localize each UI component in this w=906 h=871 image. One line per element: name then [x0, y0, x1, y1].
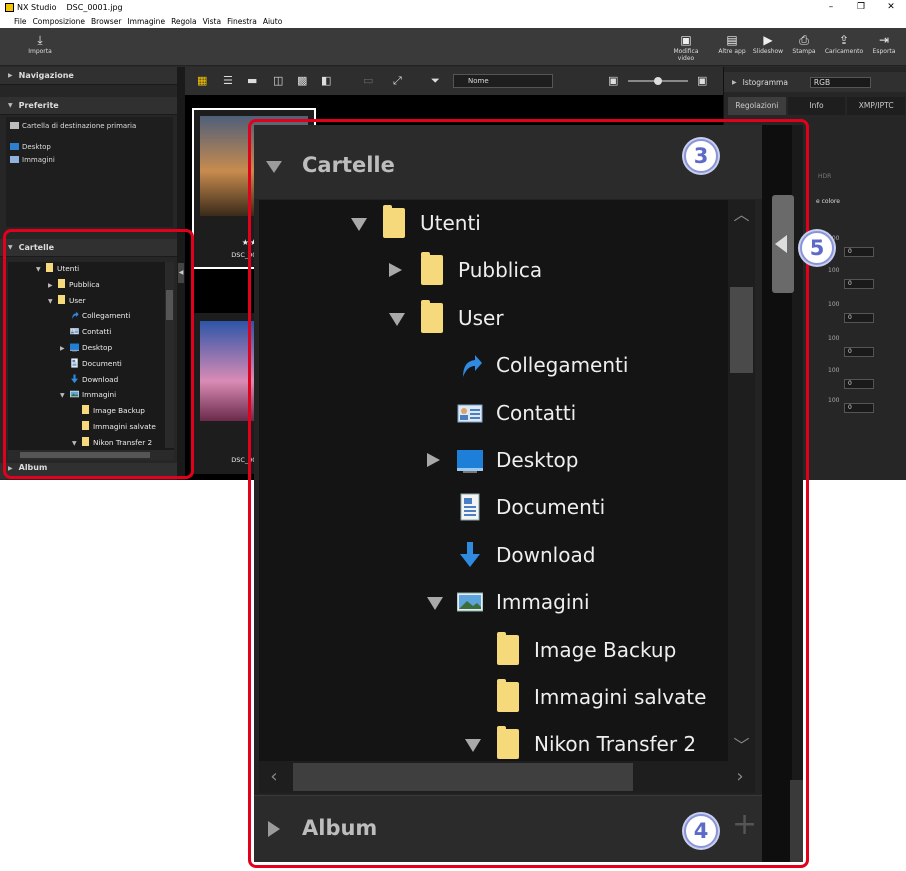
menu-aiuto[interactable]: Aiuto [263, 17, 283, 26]
fullscreen-icon[interactable]: ⤢ [393, 74, 402, 88]
export-button[interactable]: ⇥ Esporta [864, 32, 904, 55]
tab-xmp-iptc[interactable]: XMP/IPTC [847, 97, 906, 115]
minimize-button[interactable]: – [816, 0, 846, 15]
app-name: NX Studio [17, 3, 57, 12]
desktop-icon [10, 143, 19, 150]
max-value: 100 [828, 301, 840, 308]
zoom-out-icon[interactable]: ▣ [608, 74, 618, 87]
menu-finestra[interactable]: Finestra [227, 17, 257, 26]
print-label: Stampa [792, 48, 816, 55]
monitor-icon[interactable]: ▭ [363, 74, 373, 87]
expand-icon: ▶ [8, 72, 13, 79]
histogram-label: Istogramma [742, 77, 788, 87]
favorite-item[interactable]: Desktop [10, 141, 169, 154]
menu-regola[interactable]: Regola [171, 17, 197, 26]
navigation-header[interactable]: ▶ Navigazione [0, 67, 177, 85]
callout-4: 4 [684, 814, 718, 848]
import-button[interactable]: ⤓ Importa [20, 32, 60, 55]
value-field[interactable]: 0 [844, 247, 874, 257]
favorite-label: Immagini [22, 156, 55, 164]
expand-icon: ▶ [732, 78, 737, 86]
favorite-label: Desktop [22, 143, 51, 151]
single-view-icon[interactable]: ▬ [247, 74, 257, 87]
compare-view-icon[interactable]: ◫ [273, 74, 283, 87]
value-field[interactable]: 0 [844, 403, 874, 413]
upload-button[interactable]: ⇪ Caricamento [824, 32, 864, 55]
slider-knob[interactable] [654, 77, 662, 85]
value-field[interactable]: 0 [844, 313, 874, 323]
max-value: 100 [828, 335, 840, 342]
adjust-tabs: Regolazioni Info XMP/IPTC [728, 97, 906, 115]
print-button[interactable]: ⎙ Stampa [784, 32, 824, 55]
thumbnail-size-slider[interactable] [628, 77, 688, 85]
menu-bar: File Composizione Browser Immagine Regol… [0, 15, 906, 28]
tab-regolazioni[interactable]: Regolazioni [728, 97, 786, 115]
printer-icon: ⎙ [799, 33, 809, 47]
export-icon: ⇥ [878, 33, 890, 47]
zoom-in-icon[interactable]: ▣ [697, 74, 707, 87]
histogram-header[interactable]: ▶ Istogramma RGB [724, 72, 906, 92]
edit-video-label: Modifica video [673, 48, 699, 62]
max-value: 100 [828, 367, 840, 374]
favorite-item[interactable]: Immagini [10, 154, 169, 167]
split-view-icon[interactable]: ◧ [321, 74, 331, 87]
list-view-icon[interactable]: ☰ [223, 74, 233, 87]
edit-video-icon: ▣ [680, 33, 692, 47]
sort-select[interactable]: Nome [453, 74, 553, 88]
favorite-label: Cartella di destinazione primaria [22, 122, 137, 130]
slideshow-label: Slideshow [752, 48, 784, 55]
browser-toolbar: ▦ ☰ ▬ ◫ ▩ ◧ ▭ ⤢ ⏷ Nome ▣ ▣ [185, 67, 723, 95]
value-field[interactable]: 0 [844, 279, 874, 289]
max-value: 100 [828, 397, 840, 404]
favorite-item[interactable]: Cartella di destinazione primaria [10, 120, 169, 133]
favorites-label: Preferite [18, 101, 59, 110]
tab-info[interactable]: Info [787, 97, 846, 115]
edit-video-button[interactable]: ▣ Modifica video [666, 32, 706, 62]
hdr-label: HDR [818, 173, 832, 180]
collapse-icon: ▼ [8, 102, 13, 109]
app-logo-icon [5, 3, 14, 12]
window-controls: – ❐ ✕ [816, 0, 906, 15]
upload-icon: ⇪ [838, 33, 850, 47]
multi-view-icon[interactable]: ▩ [297, 74, 307, 87]
restore-button[interactable]: ❐ [846, 0, 876, 15]
callout-3: 3 [684, 139, 718, 173]
slideshow-icon: ▶ [763, 33, 773, 47]
export-label: Esporta [872, 48, 896, 55]
sort-label: Nome [468, 77, 489, 85]
menu-composizione[interactable]: Composizione [33, 17, 85, 26]
menu-immagine[interactable]: Immagine [127, 17, 165, 26]
grid-view-icon[interactable]: ▦ [197, 74, 207, 87]
highlight-small-folders [3, 229, 194, 479]
section-label: e colore [816, 198, 840, 205]
file-name: DSC_0001.jpg [66, 3, 123, 12]
navigation-label: Navigazione [18, 71, 74, 80]
favorites-list: Cartella di destinazione primaria Deskto… [6, 117, 173, 227]
favorites-header[interactable]: ▼ Preferite [0, 97, 177, 115]
close-button[interactable]: ✕ [876, 0, 906, 15]
filter-icon[interactable]: ⏷ [431, 74, 440, 88]
max-value: 100 [828, 267, 840, 274]
import-icon: ⤓ [37, 33, 43, 47]
value-field[interactable]: 0 [844, 379, 874, 389]
folder-icon [10, 122, 19, 129]
menu-vista[interactable]: Vista [203, 17, 222, 26]
slideshow-button[interactable]: ▶ Slideshow [748, 32, 788, 55]
pictures-icon [10, 156, 19, 163]
highlight-zoom [248, 119, 809, 868]
other-apps-icon: ▤ [726, 33, 738, 47]
callout-5: 5 [800, 231, 834, 265]
upload-label: Caricamento [824, 48, 864, 55]
main-toolbar: ⤓ Importa ▣ Modifica video ▤ Altre app ▶… [0, 28, 906, 66]
other-apps-button[interactable]: ▤ Altre app [712, 32, 752, 55]
other-apps-label: Altre app [718, 48, 746, 55]
menu-file[interactable]: File [14, 17, 27, 26]
import-label: Importa [28, 48, 52, 55]
menu-browser[interactable]: Browser [91, 17, 121, 26]
histogram-channel-select[interactable]: RGB [809, 76, 872, 88]
title-bar: NX Studio DSC_0001.jpg – ❐ ✕ [0, 0, 906, 15]
value-field[interactable]: 0 [844, 347, 874, 357]
